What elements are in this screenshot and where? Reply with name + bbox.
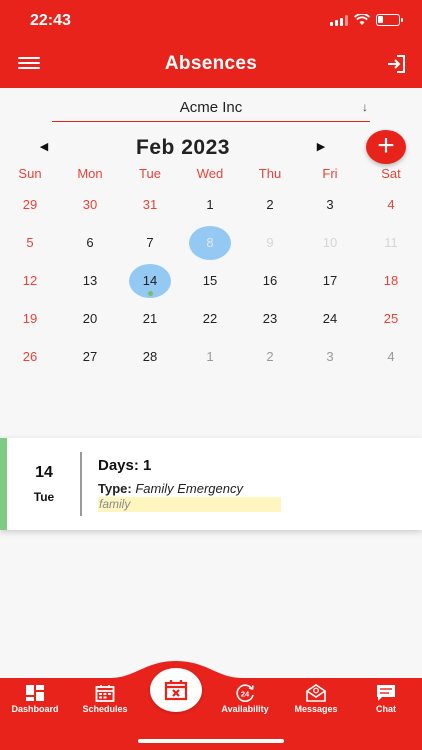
- dashboard-icon: [26, 685, 44, 701]
- calendar-day[interactable]: 15: [190, 266, 230, 296]
- calendar-day[interactable]: 25: [371, 304, 411, 334]
- nav-schedules[interactable]: Schedules: [70, 684, 140, 714]
- calendar-day[interactable]: 12: [10, 266, 50, 296]
- battery-icon: [376, 14, 403, 26]
- calendar-day[interactable]: 1: [190, 342, 230, 372]
- weekday-label: Mon: [77, 166, 103, 181]
- calendar-icon: [95, 685, 115, 702]
- absence-day-name: Tue: [33, 490, 55, 504]
- calendar-day[interactable]: 7: [130, 228, 170, 258]
- calendar-day[interactable]: 22: [190, 304, 230, 334]
- calendar-day[interactable]: 26: [10, 342, 50, 372]
- nav-label: Availability: [221, 704, 269, 714]
- nav-label: Schedules: [82, 704, 128, 714]
- absence-type-label: Type:: [98, 481, 132, 496]
- absence-card[interactable]: 14 Tue Days: 1 Type: Family Emergency fa…: [0, 438, 422, 530]
- nav-label: Chat: [376, 704, 396, 714]
- calendar-day[interactable]: 21: [130, 304, 170, 334]
- calendar-day[interactable]: 6: [70, 228, 110, 258]
- calendar-day[interactable]: 27: [70, 342, 110, 372]
- next-month-button[interactable]: ▶: [313, 138, 329, 156]
- nav-chat[interactable]: Chat: [351, 684, 421, 714]
- calendar-day[interactable]: 24: [310, 304, 350, 334]
- absence-type-value: Family Emergency: [135, 481, 243, 496]
- calendar-day[interactable]: 30: [70, 190, 110, 220]
- calendar-day[interactable]: 19: [10, 304, 50, 334]
- logout-icon: [388, 55, 405, 73]
- absence-marker-dot: [148, 291, 153, 296]
- absence-day-number: 14: [35, 464, 53, 481]
- calendar-day[interactable]: 16: [250, 266, 290, 296]
- calendar-day[interactable]: 28: [130, 342, 170, 372]
- calendar-day[interactable]: 9: [250, 228, 290, 258]
- status-bar: 22:43: [0, 0, 422, 40]
- calendar-day[interactable]: 20: [70, 304, 110, 334]
- calendar-day[interactable]: 4: [371, 190, 411, 220]
- calendar-day[interactable]: 4: [371, 342, 411, 372]
- absence-days: Days: 1: [98, 457, 152, 474]
- calendar-day[interactable]: 13: [70, 266, 110, 296]
- logout-button[interactable]: [384, 52, 408, 76]
- weekday-label: Wed: [196, 166, 224, 181]
- weekday-label: Sat: [381, 166, 401, 181]
- weekday-label: Fri: [322, 166, 338, 181]
- company-select[interactable]: Acme Inc ↓: [52, 96, 370, 122]
- month-label: Feb 2023: [136, 136, 230, 159]
- calendar-day[interactable]: 10: [310, 228, 350, 258]
- status-time: 22:43: [30, 12, 71, 29]
- company-value: Acme Inc: [179, 99, 243, 116]
- status-icons: [330, 14, 403, 26]
- home-indicator: [138, 739, 284, 743]
- signal-icon: [330, 14, 348, 26]
- wifi-icon: [354, 14, 370, 25]
- svg-text:24: 24: [241, 690, 250, 699]
- calendar-day[interactable]: 23: [250, 304, 290, 334]
- nav-absences-button[interactable]: [150, 668, 202, 712]
- calendar-day-today[interactable]: 8: [189, 226, 231, 260]
- calendar-day[interactable]: 3: [310, 190, 350, 220]
- nav-label: Messages: [294, 704, 338, 714]
- dropdown-arrow-icon: ↓: [362, 100, 368, 114]
- month-header: ◀ Feb 2023 ▶ +: [0, 130, 422, 166]
- calendar-day[interactable]: 2: [250, 190, 290, 220]
- weekday-label: Tue: [139, 166, 161, 181]
- absence-note: family: [98, 497, 281, 512]
- availability-24-icon: 24: [236, 684, 254, 702]
- calendar-day[interactable]: 17: [310, 266, 350, 296]
- calendar-day[interactable]: 31: [130, 190, 170, 220]
- mail-icon: [306, 684, 326, 702]
- calendar-day[interactable]: 2: [250, 342, 290, 372]
- weekday-header: Sun Mon Tue Wed Thu Fri Sat: [0, 166, 422, 186]
- calendar-day[interactable]: 1: [190, 190, 230, 220]
- absence-type: Type: Family Emergency: [98, 481, 243, 496]
- app-bar: Absences: [0, 40, 422, 88]
- weekday-label: Thu: [258, 166, 282, 181]
- calendar-day[interactable]: 29: [10, 190, 50, 220]
- weekday-label: Sun: [18, 166, 42, 181]
- calendar-day[interactable]: 18: [371, 266, 411, 296]
- nav-dashboard[interactable]: Dashboard: [0, 684, 70, 714]
- calendar-x-icon: [164, 680, 188, 701]
- nav-label: Dashboard: [11, 704, 59, 714]
- add-absence-button[interactable]: +: [366, 130, 406, 164]
- page-title: Absences: [164, 53, 258, 74]
- chat-icon: [377, 685, 395, 701]
- calendar-day[interactable]: 11: [371, 228, 411, 258]
- calendar-day[interactable]: 3: [310, 342, 350, 372]
- card-divider: [80, 452, 82, 516]
- calendar-day[interactable]: 5: [10, 228, 50, 258]
- nav-availability[interactable]: 24 Availability: [210, 684, 280, 714]
- nav-messages[interactable]: Messages: [281, 684, 351, 714]
